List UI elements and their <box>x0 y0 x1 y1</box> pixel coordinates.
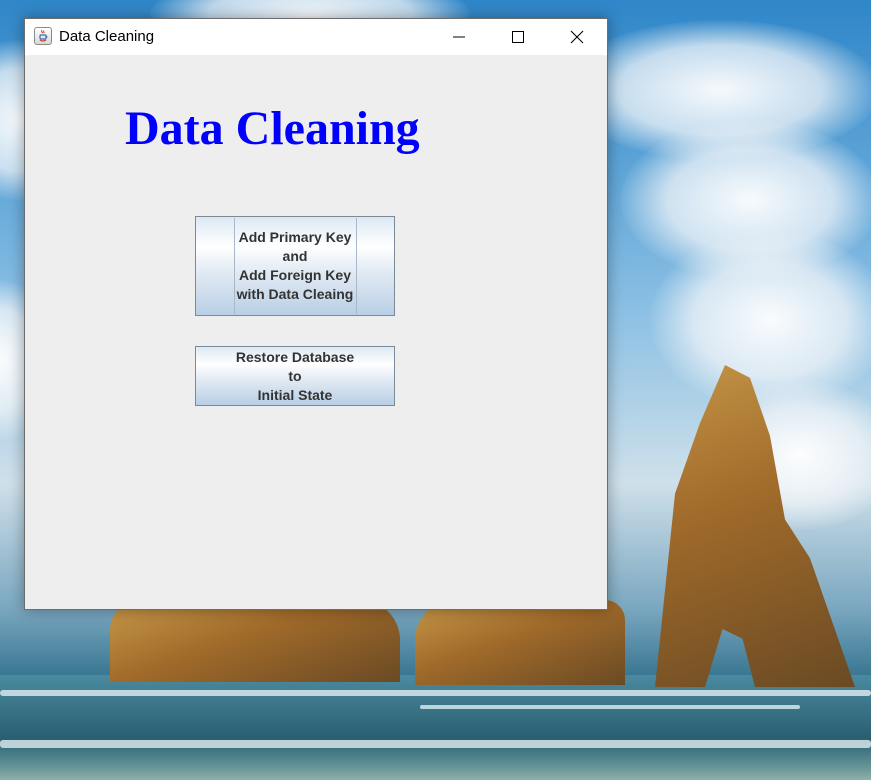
wallpaper-cloud <box>650 230 871 410</box>
wallpaper-foam <box>0 690 871 696</box>
minimize-button[interactable] <box>430 19 488 55</box>
restore-database-button[interactable]: Restore Database to Initial State <box>195 346 395 406</box>
button-label-line: Add Primary Key <box>238 229 352 245</box>
wallpaper-rock-left <box>110 600 400 682</box>
add-keys-button[interactable]: Add Primary Key and Add Foreign Key with… <box>195 216 395 316</box>
button-label-line: Initial State <box>257 387 333 403</box>
button-label-line: Add Foreign Key <box>238 267 351 283</box>
page-title: Data Cleaning <box>125 102 420 155</box>
close-icon <box>570 30 584 44</box>
wallpaper-foam <box>420 705 800 709</box>
add-keys-button-label: Add Primary Key and Add Foreign Key with… <box>196 228 394 304</box>
java-icon[interactable] <box>34 27 52 45</box>
minimize-icon <box>453 36 465 38</box>
wallpaper-rock-arch-base <box>415 600 625 685</box>
app-window: Data Cleaning Data Cleaning Add Primary … <box>24 18 608 610</box>
button-label-line: Restore Database <box>235 349 355 365</box>
button-label-line: with Data Cleaing <box>236 286 354 302</box>
window-title: Data Cleaning <box>59 28 155 45</box>
close-button[interactable] <box>548 19 606 55</box>
maximize-icon <box>512 31 524 43</box>
wallpaper-foam <box>0 740 871 748</box>
maximize-button[interactable] <box>489 19 547 55</box>
restore-database-button-label: Restore Database to Initial State <box>196 348 394 405</box>
title-bar[interactable]: Data Cleaning <box>25 19 607 55</box>
button-label-line: and <box>282 248 308 264</box>
button-label-line: to <box>288 368 302 384</box>
